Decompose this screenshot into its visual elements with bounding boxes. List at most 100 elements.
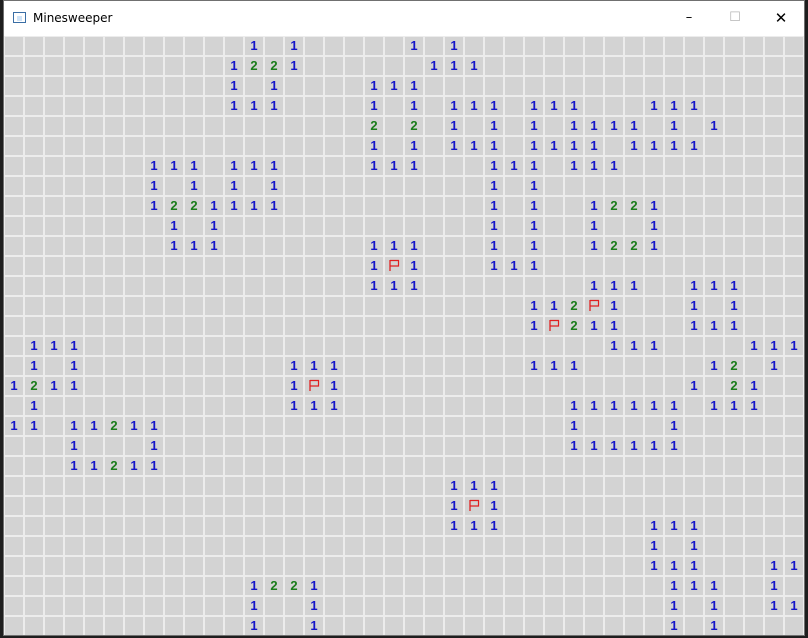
hidden-cell[interactable] — [385, 57, 403, 75]
hidden-cell[interactable] — [425, 497, 443, 515]
hidden-cell[interactable] — [605, 357, 623, 375]
number-cell[interactable]: 1 — [385, 277, 403, 295]
hidden-cell[interactable] — [145, 377, 163, 395]
hidden-cell[interactable] — [405, 577, 423, 595]
hidden-cell[interactable] — [405, 177, 423, 195]
hidden-cell[interactable] — [545, 277, 563, 295]
number-cell[interactable]: 2 — [265, 577, 283, 595]
hidden-cell[interactable] — [625, 417, 643, 435]
hidden-cell[interactable] — [505, 557, 523, 575]
hidden-cell[interactable] — [685, 37, 703, 55]
hidden-cell[interactable] — [205, 77, 223, 95]
number-cell[interactable]: 1 — [605, 157, 623, 175]
number-cell[interactable]: 1 — [245, 597, 263, 615]
number-cell[interactable]: 1 — [485, 97, 503, 115]
hidden-cell[interactable] — [465, 317, 483, 335]
hidden-cell[interactable] — [305, 437, 323, 455]
hidden-cell[interactable] — [725, 457, 743, 475]
hidden-cell[interactable] — [165, 457, 183, 475]
hidden-cell[interactable] — [425, 277, 443, 295]
hidden-cell[interactable] — [185, 597, 203, 615]
hidden-cell[interactable] — [305, 97, 323, 115]
hidden-cell[interactable] — [105, 317, 123, 335]
number-cell[interactable]: 1 — [745, 397, 763, 415]
hidden-cell[interactable] — [465, 597, 483, 615]
hidden-cell[interactable] — [765, 157, 783, 175]
hidden-cell[interactable] — [665, 277, 683, 295]
hidden-cell[interactable] — [545, 337, 563, 355]
hidden-cell[interactable] — [165, 297, 183, 315]
number-cell[interactable]: 1 — [365, 137, 383, 155]
number-cell[interactable]: 1 — [645, 437, 663, 455]
number-cell[interactable]: 1 — [65, 417, 83, 435]
hidden-cell[interactable] — [205, 177, 223, 195]
hidden-cell[interactable] — [465, 277, 483, 295]
hidden-cell[interactable] — [145, 257, 163, 275]
hidden-cell[interactable] — [85, 297, 103, 315]
hidden-cell[interactable] — [785, 77, 803, 95]
hidden-cell[interactable] — [225, 557, 243, 575]
hidden-cell[interactable] — [665, 297, 683, 315]
hidden-cell[interactable] — [165, 117, 183, 135]
hidden-cell[interactable] — [545, 157, 563, 175]
hidden-cell[interactable] — [505, 197, 523, 215]
number-cell[interactable]: 1 — [565, 397, 583, 415]
hidden-cell[interactable] — [305, 77, 323, 95]
hidden-cell[interactable] — [65, 137, 83, 155]
hidden-cell[interactable] — [605, 457, 623, 475]
hidden-cell[interactable] — [205, 477, 223, 495]
hidden-cell[interactable] — [605, 97, 623, 115]
number-cell[interactable]: 1 — [765, 357, 783, 375]
hidden-cell[interactable] — [585, 477, 603, 495]
hidden-cell[interactable] — [245, 237, 263, 255]
hidden-cell[interactable] — [785, 417, 803, 435]
hidden-cell[interactable] — [565, 57, 583, 75]
hidden-cell[interactable] — [465, 617, 483, 635]
hidden-cell[interactable] — [785, 37, 803, 55]
hidden-cell[interactable] — [745, 217, 763, 235]
hidden-cell[interactable] — [325, 477, 343, 495]
hidden-cell[interactable] — [545, 457, 563, 475]
hidden-cell[interactable] — [165, 537, 183, 555]
hidden-cell[interactable] — [405, 437, 423, 455]
hidden-cell[interactable] — [105, 597, 123, 615]
hidden-cell[interactable] — [765, 117, 783, 135]
hidden-cell[interactable] — [545, 217, 563, 235]
number-cell[interactable]: 1 — [565, 437, 583, 455]
hidden-cell[interactable] — [345, 97, 363, 115]
hidden-cell[interactable] — [205, 457, 223, 475]
hidden-cell[interactable] — [665, 177, 683, 195]
hidden-cell[interactable] — [105, 77, 123, 95]
hidden-cell[interactable] — [485, 417, 503, 435]
hidden-cell[interactable] — [5, 537, 23, 555]
hidden-cell[interactable] — [5, 357, 23, 375]
hidden-cell[interactable] — [145, 137, 163, 155]
hidden-cell[interactable] — [325, 417, 343, 435]
hidden-cell[interactable] — [565, 77, 583, 95]
hidden-cell[interactable] — [45, 177, 63, 195]
hidden-cell[interactable] — [5, 577, 23, 595]
number-cell[interactable]: 1 — [45, 337, 63, 355]
number-cell[interactable]: 1 — [225, 97, 243, 115]
hidden-cell[interactable] — [545, 537, 563, 555]
hidden-cell[interactable] — [225, 437, 243, 455]
hidden-cell[interactable] — [305, 257, 323, 275]
number-cell[interactable]: 1 — [485, 177, 503, 195]
hidden-cell[interactable] — [625, 457, 643, 475]
hidden-cell[interactable] — [745, 357, 763, 375]
hidden-cell[interactable] — [25, 297, 43, 315]
hidden-cell[interactable] — [465, 217, 483, 235]
hidden-cell[interactable] — [165, 277, 183, 295]
number-cell[interactable]: 1 — [305, 357, 323, 375]
hidden-cell[interactable] — [525, 557, 543, 575]
hidden-cell[interactable] — [145, 337, 163, 355]
hidden-cell[interactable] — [285, 197, 303, 215]
hidden-cell[interactable] — [685, 57, 703, 75]
hidden-cell[interactable] — [525, 77, 543, 95]
number-cell[interactable]: 1 — [645, 557, 663, 575]
hidden-cell[interactable] — [205, 117, 223, 135]
hidden-cell[interactable] — [45, 417, 63, 435]
hidden-cell[interactable] — [505, 597, 523, 615]
hidden-cell[interactable] — [645, 177, 663, 195]
hidden-cell[interactable] — [305, 197, 323, 215]
